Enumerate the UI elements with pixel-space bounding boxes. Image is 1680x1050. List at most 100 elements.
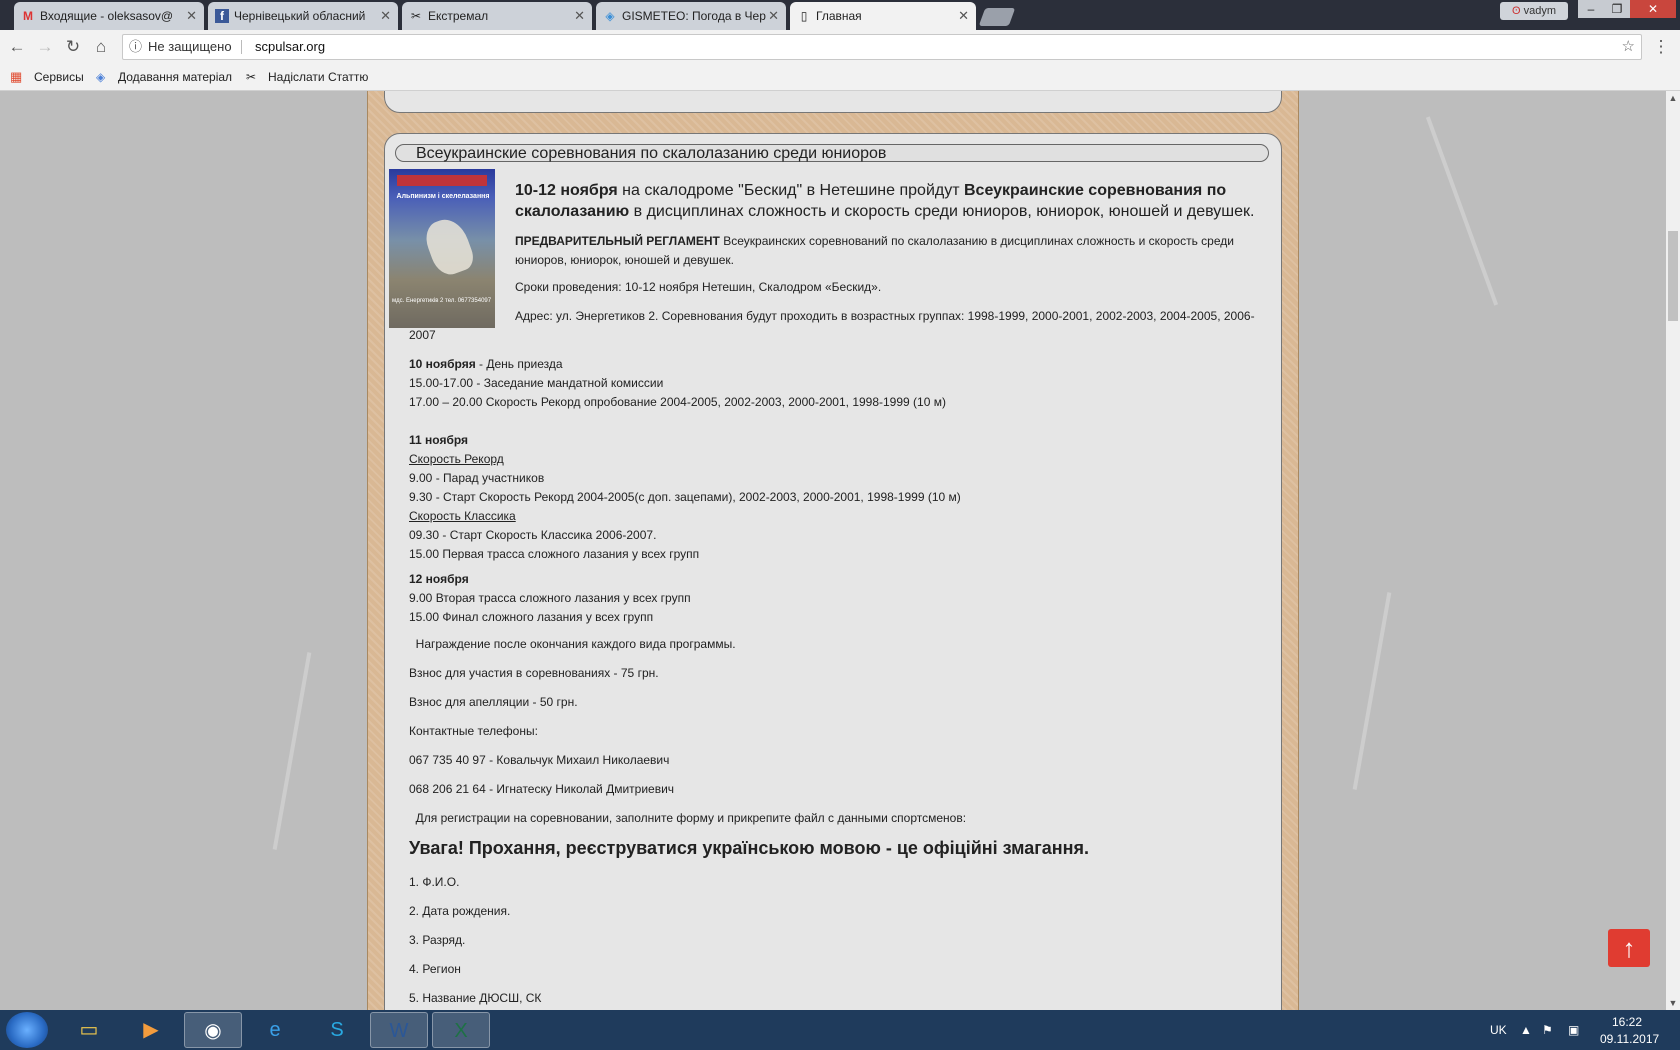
poster-info: мдс. Енергетиків 2 тел. 0677354097 <box>392 298 492 304</box>
back-icon[interactable]: ← <box>6 36 28 58</box>
menu-icon[interactable]: ⋮ <box>1650 36 1672 58</box>
day-10-section: 10 ноябряя - День приезда 15.00-17.00 - … <box>409 355 946 412</box>
schedule-line: 9.30 - Старт Скорость Рекорд 2004-2005(с… <box>409 490 961 504</box>
tab-main[interactable]: ▯ Главная ✕ <box>790 2 976 30</box>
close-icon[interactable]: ✕ <box>186 2 197 30</box>
page-icon: ▯ <box>800 9 808 23</box>
day-12-heading: 12 ноября <box>409 572 469 586</box>
close-window-button[interactable]: ✕ <box>1630 0 1676 18</box>
close-icon[interactable]: ✕ <box>380 2 391 30</box>
climber-figure <box>420 213 478 280</box>
day-11-section: 11 ноября Скорость Рекорд 9.00 - Парад у… <box>409 431 961 564</box>
new-tab-button[interactable] <box>978 8 1016 26</box>
back-to-top-button[interactable]: ↑ <box>1608 929 1650 967</box>
user-name: vadym <box>1523 5 1557 17</box>
file-explorer-icon[interactable]: ▭ <box>60 1012 118 1048</box>
weather-icon: ◈ <box>605 9 615 23</box>
skype-icon[interactable]: S <box>308 1012 366 1048</box>
flag-icon[interactable]: ⚑ <box>1542 1020 1553 1040</box>
home-icon[interactable]: ⌂ <box>90 36 112 58</box>
bookmark-send-article[interactable]: Надіслати Статтю <box>268 68 368 86</box>
reglament-text-2: юниоров, юниорок, юношей и девушек. <box>515 253 735 267</box>
schedule-line: 17.00 – 20.00 Скорость Рекорд опробовани… <box>409 395 946 409</box>
excel-icon[interactable]: X <box>432 1012 490 1048</box>
internet-explorer-icon[interactable]: e <box>246 1012 304 1048</box>
warning-heading: Увага! Прохання, реєструватися українськ… <box>409 838 1089 858</box>
speed-classic-link[interactable]: Скорость Классика <box>409 509 516 523</box>
form-item: 5. Название ДЮСШ, СК <box>409 991 542 1005</box>
start-button[interactable] <box>6 1012 48 1048</box>
contact-phone-2: 068 206 21 64 - Игнатеску Николай Дмитри… <box>409 782 675 796</box>
bookmark-add-material[interactable]: Додавання матеріал <box>118 68 232 86</box>
page-scrollbar[interactable]: ▲ ▼ <box>1666 91 1680 1010</box>
bookmarks-bar: ▦ Сервисы ◈ Додавання матеріал ✂ Надісла… <box>0 64 1680 91</box>
maximize-button[interactable]: ❐ <box>1604 0 1630 18</box>
tab-label: Главная <box>816 9 862 23</box>
apps-icon: ▦ <box>10 69 23 84</box>
star-icon[interactable]: ☆ <box>1622 35 1635 59</box>
network-icon[interactable]: ▣ <box>1568 1020 1579 1040</box>
page-viewport: Всеукраинские соревнования по скалолазан… <box>0 91 1666 1010</box>
schedule-line: 09.30 - Старт Скорость Классика 2006-200… <box>409 528 657 542</box>
lead-text: на скалодроме "Бескид" в Нетешине пройду… <box>617 182 964 199</box>
day-10-title: - День приезда <box>475 357 563 371</box>
schedule-line: 9.00 - Парад участников <box>409 471 545 485</box>
address-paragraph-2: 2007 <box>409 328 436 342</box>
browser-toolbar: ← → ↻ ⌂ ⓘ Не защищено scpulsar.org ☆ ⋮ <box>0 30 1680 64</box>
address-paragraph: Адрес: ул. Энергетиков 2. Соревнования б… <box>515 309 1255 323</box>
reglament-text: Всеукраинских соревнований по скалолазан… <box>719 234 1234 248</box>
bookmark-icon: ◈ <box>96 70 106 84</box>
form-item: 1. Ф.И.О. <box>409 875 460 889</box>
info-icon: ⓘ <box>129 39 143 54</box>
gmail-icon: M <box>23 9 33 23</box>
reglament-paragraph: ПРЕДВАРИТЕЛЬНЫЙ РЕГЛАМЕНТ Всеукраинских … <box>515 232 1275 270</box>
arrow-up-icon: ↑ <box>1622 933 1636 963</box>
background-decoration <box>272 652 312 850</box>
form-item: 3. Разряд. <box>409 933 466 947</box>
divider <box>241 40 242 54</box>
profile-button[interactable]: ʘ vadym <box>1500 2 1568 20</box>
schedule-line: 15.00 Первая трасса сложного лазания у в… <box>409 547 700 561</box>
speed-record-link[interactable]: Скорость Рекорд <box>409 452 504 466</box>
article-title[interactable]: Всеукраинские соревнования по скалолазан… <box>395 144 1269 162</box>
page-column: Всеукраинские соревнования по скалолазан… <box>367 91 1299 1010</box>
security-label: Не защищено <box>148 39 232 54</box>
tab-facebook[interactable]: f Чернівецький обласний ✕ <box>208 2 398 30</box>
tab-label: Чернівецький обласний <box>234 9 366 23</box>
reload-icon[interactable]: ↻ <box>62 36 84 58</box>
tab-extremal[interactable]: ✂ Екстремал ✕ <box>402 2 592 30</box>
address-bar[interactable]: ⓘ Не защищено scpulsar.org ☆ <box>122 34 1642 60</box>
word-icon[interactable]: W <box>370 1012 428 1048</box>
chrome-icon[interactable]: ◉ <box>184 1012 242 1048</box>
scroll-down-icon[interactable]: ▼ <box>1666 996 1680 1010</box>
contact-phone-1: 067 735 40 97 - Ковальчук Михаил Николае… <box>409 753 670 767</box>
bookmark-services[interactable]: Сервисы <box>34 68 84 86</box>
scroll-up-icon[interactable]: ▲ <box>1666 91 1680 105</box>
forward-icon[interactable]: → <box>34 36 56 58</box>
appeal-fee-paragraph: Взнос для апелляции - 50 грн. <box>409 695 578 709</box>
previous-article-block <box>384 91 1282 113</box>
user-icon: ʘ <box>1511 5 1524 17</box>
form-item: 4. Регион <box>409 962 461 976</box>
url-text[interactable]: scpulsar.org <box>255 35 325 59</box>
article-block: Всеукраинские соревнования по скалолазан… <box>384 133 1282 1010</box>
tab-gmail[interactable]: M Входящие - oleksasov@ ✕ <box>14 2 204 30</box>
event-poster-image[interactable]: Альпинизм і скелелазання мдс. Енергетикі… <box>389 169 495 328</box>
poster-banner <box>397 175 487 186</box>
close-icon[interactable]: ✕ <box>958 2 969 30</box>
close-icon[interactable]: ✕ <box>768 2 779 30</box>
media-player-icon[interactable]: ▶ <box>122 1012 180 1048</box>
day-11-heading: 11 ноября <box>409 433 469 447</box>
tray-expand-icon[interactable]: ▲ <box>1520 1020 1532 1040</box>
scrollbar-thumb[interactable] <box>1668 231 1678 321</box>
bookmark-icon: ✂ <box>246 70 257 84</box>
background-decoration <box>1352 592 1392 790</box>
form-item: 2. Дата рождения. <box>409 904 511 918</box>
close-icon[interactable]: ✕ <box>574 2 585 30</box>
lead-date: 10-12 ноября <box>515 182 618 199</box>
tab-label: GISMETEO: Погода в Чер <box>622 9 766 23</box>
tab-gismeteo[interactable]: ◈ GISMETEO: Погода в Чер ✕ <box>596 2 786 30</box>
language-indicator[interactable]: UK <box>1490 1020 1507 1040</box>
clock-date[interactable]: 09.11.2017 <box>1600 1029 1659 1049</box>
minimize-button[interactable]: – <box>1578 0 1604 18</box>
